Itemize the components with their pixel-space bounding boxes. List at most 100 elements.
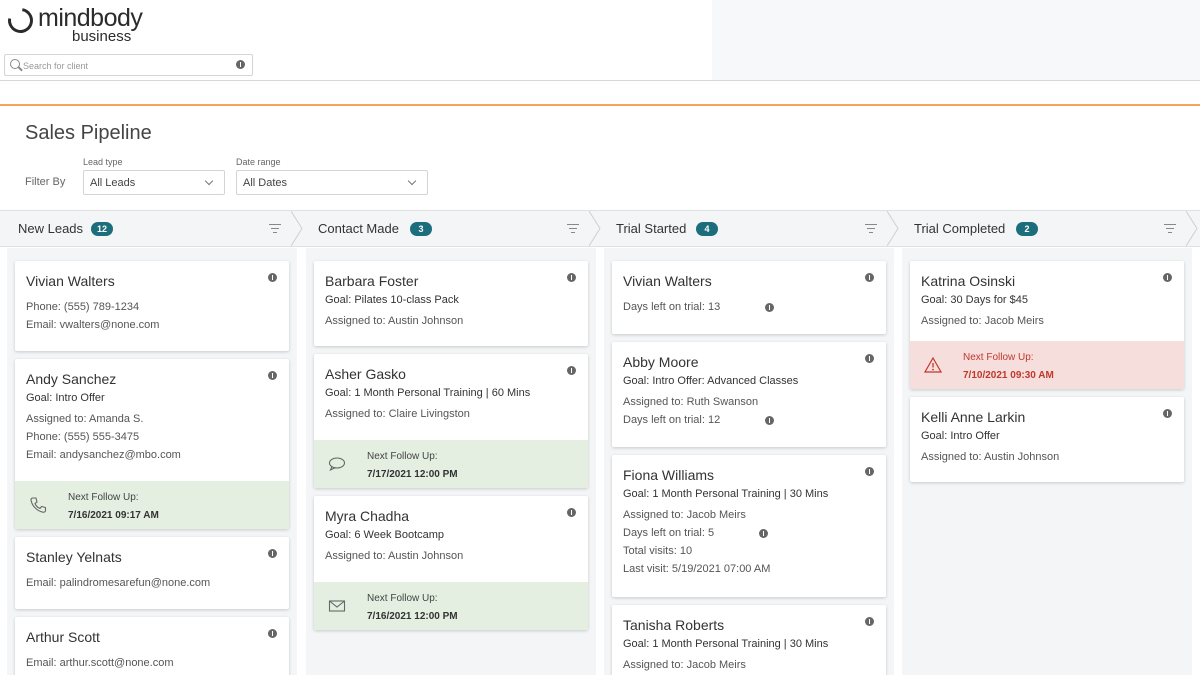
lead-detail: Days left on trial: 5 xyxy=(623,527,715,539)
info-icon[interactable] xyxy=(1163,409,1172,418)
info-icon[interactable] xyxy=(268,273,277,282)
accent-divider xyxy=(0,104,1200,106)
info-icon[interactable] xyxy=(865,617,874,626)
next-follow-up[interactable]: Next Follow Up: 7/10/2021 09:30 AM xyxy=(910,341,1184,389)
follow-up-date: 7/10/2021 09:30 AM xyxy=(963,370,1054,381)
lead-name[interactable]: Tanisha Roberts xyxy=(623,617,724,633)
next-follow-up[interactable]: Next Follow Up: 7/16/2021 09:17 AM xyxy=(15,481,289,529)
follow-up-title: Next Follow Up: xyxy=(367,593,438,604)
lead-card[interactable]: Vivian Walters Phone: (555) 789-1234 Email… xyxy=(15,261,289,351)
lead-card[interactable]: Abby Moore Goal: Intro Offer: Advanced Cl… xyxy=(612,342,886,447)
info-icon[interactable] xyxy=(268,371,277,380)
lead-card[interactable]: Andy Sanchez Goal: Intro Offer Assigned to… xyxy=(15,359,289,529)
stage-count-badge: 12 xyxy=(91,222,114,236)
stage-header-trial-completed[interactable]: Trial Completed 2 xyxy=(887,211,1186,246)
stage-header-contact-made[interactable]: Contact Made 3 xyxy=(291,211,589,246)
trial-info-icon[interactable] xyxy=(759,529,769,538)
lead-name[interactable]: Barbara Foster xyxy=(325,273,418,289)
trial-info-icon[interactable] xyxy=(765,416,775,425)
lead-detail: Email: vwalters@none.com xyxy=(26,319,160,331)
info-icon[interactable] xyxy=(865,273,874,282)
lead-name[interactable]: Abby Moore xyxy=(623,354,698,370)
search-info-icon[interactable] xyxy=(236,60,245,69)
lead-name[interactable]: Asher Gasko xyxy=(325,366,406,382)
info-icon[interactable] xyxy=(865,467,874,476)
follow-up-date: 7/16/2021 12:00 PM xyxy=(367,611,458,622)
lead-card[interactable]: Fiona Williams Goal: 1 Month Personal Tra… xyxy=(612,455,886,597)
pipeline-column-new-leads: Vivian Walters Phone: (555) 789-1234 Email… xyxy=(7,248,297,675)
trial-info-icon[interactable] xyxy=(765,303,775,312)
lead-detail: Last visit: 5/19/2021 07:00 AM xyxy=(623,563,771,575)
lead-detail: Assigned to: Austin Johnson xyxy=(325,315,464,327)
stage-count-badge: 3 xyxy=(410,222,432,236)
lead-card[interactable]: Arthur Scott Email: arthur.scott@none.com xyxy=(15,617,289,675)
lead-card[interactable]: Barbara Foster Goal: Pilates 10-class Pac… xyxy=(314,261,588,346)
lead-detail: Assigned to: Jacob Meirs xyxy=(623,509,746,521)
lead-goal: Goal: 30 Days for $45 xyxy=(921,294,1029,306)
follow-up-date: 7/17/2021 12:00 PM xyxy=(367,469,458,480)
lead-name[interactable]: Katrina Osinski xyxy=(921,273,1015,289)
pipeline-column-trial-completed: Katrina Osinski Goal: 30 Days for $45 Assi… xyxy=(902,248,1192,675)
lead-name[interactable]: Kelli Anne Larkin xyxy=(921,409,1025,425)
info-icon[interactable] xyxy=(268,629,277,638)
lead-detail: Assigned to: Jacob Meirs xyxy=(921,315,1044,327)
mindbody-logo[interactable]: mindbody business xyxy=(3,3,168,45)
lead-card[interactable]: Stanley Yelnats Email: palindromesarefun@… xyxy=(15,537,289,609)
info-icon[interactable] xyxy=(1163,273,1172,282)
lead-goal: Goal: 1 Month Personal Training | 30 Min… xyxy=(623,488,829,500)
lead-name[interactable]: Myra Chadha xyxy=(325,508,409,524)
sort-filter-icon[interactable] xyxy=(269,224,281,234)
stage-header-trial-started[interactable]: Trial Started 4 xyxy=(589,211,887,246)
lead-card[interactable]: Kelli Anne Larkin Goal: Intro Offer Assign… xyxy=(910,397,1184,482)
client-search[interactable] xyxy=(4,54,253,76)
lead-name[interactable]: Vivian Walters xyxy=(26,273,115,289)
lead-type-value: All Leads xyxy=(90,177,136,189)
next-follow-up[interactable]: Next Follow Up: 7/16/2021 12:00 PM xyxy=(314,582,588,630)
lead-name[interactable]: Fiona Williams xyxy=(623,467,714,483)
lead-detail: Days left on trial: 13 xyxy=(623,301,721,313)
lead-goal: Goal: Intro Offer: Advanced Classes xyxy=(623,375,799,387)
top-header: mindbody business xyxy=(0,0,1200,81)
info-icon[interactable] xyxy=(268,549,277,558)
warning-icon xyxy=(923,356,943,374)
stage-name: Trial Completed xyxy=(914,221,1006,236)
lead-detail: Email: andysanchez@mbo.com xyxy=(26,449,181,461)
lead-detail: Email: arthur.scott@none.com xyxy=(26,657,174,669)
mail-icon xyxy=(328,597,346,615)
pipeline-stage-header: New Leads 12 Contact Made 3 Trial Started 4 Tr… xyxy=(0,210,1200,247)
lead-card[interactable]: Katrina Osinski Goal: 30 Days for $45 Assi… xyxy=(910,261,1184,389)
chevron-down-icon xyxy=(204,176,214,186)
lead-card[interactable]: Tanisha Roberts Goal: 1 Month Personal Tr… xyxy=(612,605,886,675)
sort-filter-icon[interactable] xyxy=(865,224,877,234)
search-input[interactable] xyxy=(23,58,223,73)
lead-detail: Email: palindromesarefun@none.com xyxy=(26,577,211,589)
lead-goal: Goal: Intro Offer xyxy=(26,392,105,404)
info-icon[interactable] xyxy=(865,354,874,363)
date-range-label: Date range xyxy=(236,157,281,167)
logo-ring-icon xyxy=(3,3,38,38)
date-range-value: All Dates xyxy=(243,177,288,189)
lead-detail: Assigned to: Amanda S. xyxy=(26,413,144,425)
follow-up-date: 7/16/2021 09:17 AM xyxy=(68,510,159,521)
info-icon[interactable] xyxy=(567,508,576,517)
page-title: Sales Pipeline xyxy=(25,122,152,144)
lead-card[interactable]: Vivian Walters Days left on trial: 13 xyxy=(612,261,886,334)
date-range-select[interactable]: All Dates xyxy=(236,170,428,195)
sort-filter-icon[interactable] xyxy=(1164,224,1176,234)
lead-card[interactable]: Myra Chadha Goal: 6 Week Bootcamp Assigned… xyxy=(314,496,588,630)
lead-name[interactable]: Stanley Yelnats xyxy=(26,549,122,565)
info-icon[interactable] xyxy=(567,273,576,282)
info-icon[interactable] xyxy=(567,366,576,375)
stage-name: Contact Made xyxy=(318,221,399,236)
next-follow-up[interactable]: Next Follow Up: 7/17/2021 12:00 PM xyxy=(314,440,588,488)
lead-name[interactable]: Andy Sanchez xyxy=(26,371,116,387)
lead-name[interactable]: Vivian Walters xyxy=(623,273,712,289)
lead-type-select[interactable]: All Leads xyxy=(83,170,225,195)
stage-header-new-leads[interactable]: New Leads 12 xyxy=(0,211,291,246)
lead-name[interactable]: Arthur Scott xyxy=(26,629,100,645)
lead-detail: Total visits: 10 xyxy=(623,545,693,557)
stage-name: Trial Started xyxy=(616,221,687,236)
sort-filter-icon[interactable] xyxy=(567,224,579,234)
lead-card[interactable]: Asher Gasko Goal: 1 Month Personal Traini… xyxy=(314,354,588,488)
logo-sub-text: business xyxy=(72,28,132,45)
